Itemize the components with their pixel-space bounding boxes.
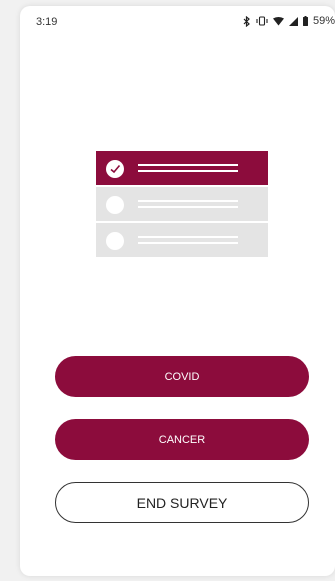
- illustration-line: [138, 200, 238, 202]
- vibrate-icon: [256, 16, 268, 26]
- illustration-line: [138, 170, 238, 172]
- wifi-icon: [272, 16, 284, 26]
- illustration-row-selected: [96, 151, 268, 185]
- cancer-button[interactable]: CANCER: [55, 419, 309, 460]
- illustration-line: [138, 164, 238, 166]
- illustration-line: [138, 236, 238, 238]
- battery-icon: [302, 16, 308, 26]
- illustration-line: [138, 206, 238, 208]
- illustration-line: [138, 242, 238, 244]
- phone-screen: 3:19 59% COVID CANCER END SURVEY: [20, 6, 335, 576]
- signal-icon: [288, 16, 298, 26]
- check-icon: [106, 160, 124, 178]
- illustration-row: [96, 187, 268, 221]
- illustration-row: [96, 223, 268, 257]
- bluetooth-icon: [243, 15, 251, 27]
- status-icons: 59%: [243, 15, 335, 27]
- end-survey-button[interactable]: END SURVEY: [55, 482, 309, 523]
- covid-button[interactable]: COVID: [55, 356, 309, 397]
- radio-circle-icon: [106, 196, 124, 214]
- status-bar: 3:19 59%: [20, 6, 335, 34]
- status-time: 3:19: [36, 16, 58, 28]
- survey-illustration: [96, 151, 268, 259]
- battery-percent: 59%: [312, 15, 335, 27]
- radio-circle-icon: [106, 232, 124, 250]
